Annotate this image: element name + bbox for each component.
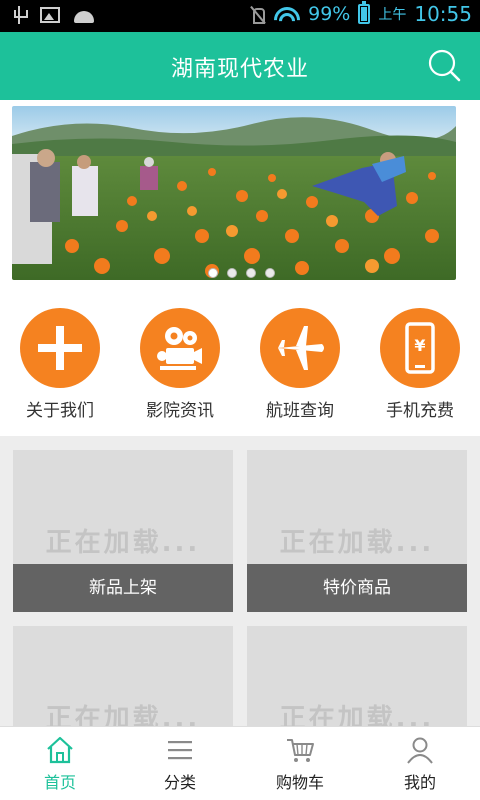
banner-carousel[interactable] bbox=[12, 106, 456, 280]
nav-category[interactable]: 分类 bbox=[120, 727, 240, 800]
loading-text: 正在加载... bbox=[45, 704, 201, 726]
user-icon bbox=[407, 737, 433, 764]
phone-yuan-icon: ¥ bbox=[405, 322, 435, 374]
search-button[interactable] bbox=[426, 47, 462, 83]
product-grid: 正在加载... 新品上架 正在加载... 特价商品 正在加载... 正在加载..… bbox=[0, 436, 480, 726]
product-card-label: 特价商品 bbox=[247, 564, 467, 612]
bottom-nav: 首页 分类 购物车 我的 bbox=[0, 726, 480, 800]
nav-home[interactable]: 首页 bbox=[0, 727, 120, 800]
nav-cart[interactable]: 购物车 bbox=[240, 727, 360, 800]
quick-item-flight-search[interactable]: 航班查询 bbox=[240, 288, 360, 436]
product-card-specials[interactable]: 正在加载... 特价商品 bbox=[247, 450, 467, 612]
app-header: 湖南现代农业 bbox=[0, 32, 480, 100]
quick-item-label: 影院资讯 bbox=[146, 401, 214, 421]
nav-mine[interactable]: 我的 bbox=[360, 727, 480, 800]
loading-text: 正在加载... bbox=[279, 704, 435, 726]
ampm-label: 上午 bbox=[378, 7, 407, 23]
loading-text: 正在加载... bbox=[45, 528, 201, 558]
product-card[interactable]: 正在加载... bbox=[247, 626, 467, 726]
image-icon bbox=[40, 7, 60, 23]
nav-label: 分类 bbox=[163, 773, 196, 792]
clock: 10:55 bbox=[414, 2, 472, 26]
carousel-indicator bbox=[208, 268, 275, 278]
usb-icon bbox=[12, 6, 28, 24]
cart-icon bbox=[287, 739, 314, 762]
quick-item-label: 关于我们 bbox=[26, 401, 94, 421]
product-card[interactable]: 正在加载... bbox=[13, 626, 233, 726]
svg-text:¥: ¥ bbox=[414, 336, 425, 355]
quick-item-label: 手机充费 bbox=[386, 401, 454, 421]
loading-text: 正在加载... bbox=[279, 528, 435, 558]
nav-label: 首页 bbox=[43, 773, 76, 792]
carousel-dot[interactable] bbox=[265, 268, 275, 278]
android-icon bbox=[74, 10, 94, 23]
banner-image bbox=[12, 106, 456, 280]
home-icon bbox=[47, 736, 73, 764]
nav-label: 我的 bbox=[403, 773, 436, 792]
mute-icon bbox=[250, 4, 266, 24]
banner-section bbox=[0, 100, 480, 288]
status-bar: 99% 上午 10:55 bbox=[0, 0, 480, 32]
nav-label: 购物车 bbox=[275, 773, 324, 792]
carousel-dot[interactable] bbox=[246, 268, 256, 278]
plus-icon bbox=[38, 326, 82, 370]
carousel-dot[interactable] bbox=[208, 268, 218, 278]
quick-item-phone-recharge[interactable]: ¥ 手机充费 bbox=[360, 288, 480, 436]
wifi-icon bbox=[274, 4, 301, 24]
quick-menu: 关于我们 影院资讯 航班查询 ¥ 手机充费 bbox=[0, 288, 480, 436]
search-icon bbox=[428, 49, 461, 82]
page-title: 湖南现代农业 bbox=[170, 57, 309, 82]
product-card-new-arrivals[interactable]: 正在加载... 新品上架 bbox=[13, 450, 233, 612]
quick-item-label: 航班查询 bbox=[266, 401, 334, 421]
quick-item-about-us[interactable]: 关于我们 bbox=[0, 288, 120, 436]
airplane-icon bbox=[278, 326, 324, 370]
film-projector-icon bbox=[157, 327, 202, 370]
carousel-dot[interactable] bbox=[227, 268, 237, 278]
battery-percent: 99% bbox=[308, 3, 351, 25]
list-icon bbox=[168, 741, 192, 760]
product-card-label: 新品上架 bbox=[13, 564, 233, 612]
quick-item-cinema-news[interactable]: 影院资讯 bbox=[120, 288, 240, 436]
battery-icon bbox=[358, 1, 371, 24]
